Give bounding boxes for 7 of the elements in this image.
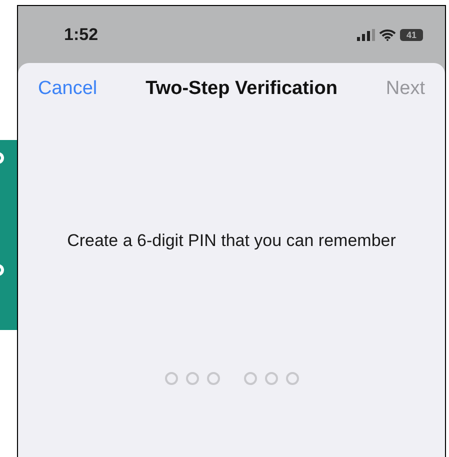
sheet-title: Two-Step Verification bbox=[146, 76, 338, 101]
pin-prompt: Create a 6-digit PIN that you can remember bbox=[67, 231, 396, 250]
status-time: 1:52 bbox=[64, 24, 98, 46]
signal-icon bbox=[357, 28, 375, 40]
wifi-icon bbox=[379, 28, 396, 40]
battery-level: 41 bbox=[400, 28, 423, 40]
cancel-button[interactable]: Cancel bbox=[38, 74, 98, 104]
